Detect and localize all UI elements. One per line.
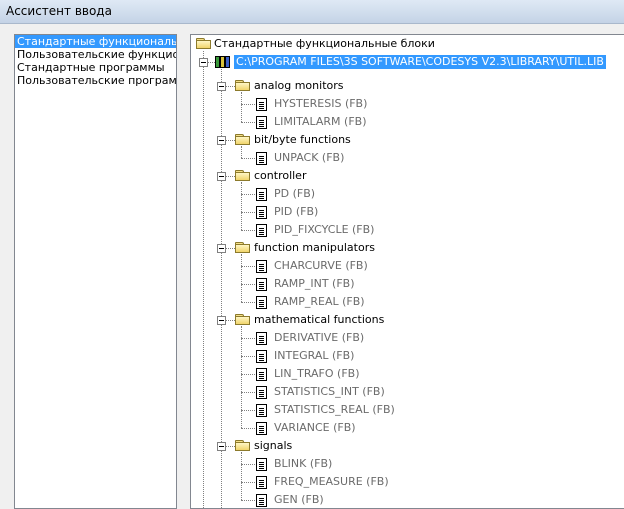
document-icon — [256, 458, 267, 471]
tree-item[interactable]: PID (FB) — [274, 205, 318, 219]
title-bar: Ассистент ввода — [0, 0, 624, 24]
tree-item[interactable]: DERIVATIVE (FB) — [274, 331, 364, 345]
document-icon — [256, 98, 267, 111]
tree-group-label[interactable]: bit/byte functions — [254, 133, 351, 147]
tree-item[interactable]: HYSTERESIS (FB) — [274, 97, 367, 111]
document-icon — [256, 422, 267, 435]
group-expander-icon[interactable] — [217, 82, 226, 91]
tree-group-label[interactable]: controller — [254, 169, 306, 183]
document-icon — [256, 224, 267, 237]
tree-group-label[interactable]: analog monitors — [254, 79, 344, 93]
document-icon — [256, 332, 267, 345]
tree-group-label[interactable]: signals — [254, 439, 292, 453]
tree-item[interactable]: CHARCURVE (FB) — [274, 259, 368, 273]
document-icon — [256, 152, 267, 165]
tree-root-label[interactable]: Стандартные функциональные блоки — [214, 37, 435, 51]
folder-icon — [235, 440, 251, 452]
tree-library-node[interactable]: C:\PROGRAM FILES\3S SOFTWARE\CODESYS V2.… — [234, 55, 606, 69]
tree-item[interactable]: UNPACK (FB) — [274, 151, 344, 165]
library-expander-icon[interactable] — [199, 58, 208, 67]
document-icon — [256, 278, 267, 291]
folder-icon — [235, 170, 251, 182]
folder-icon — [235, 134, 251, 146]
document-icon — [256, 116, 267, 129]
document-icon — [256, 368, 267, 381]
tree-item[interactable]: RAMP_INT (FB) — [274, 277, 355, 291]
group-expander-icon[interactable] — [217, 136, 226, 145]
document-icon — [256, 260, 267, 273]
group-expander-icon[interactable] — [217, 244, 226, 253]
category-list-item[interactable]: Пользовательские функциональные блоки — [15, 48, 176, 61]
tree-item[interactable]: PID_FIXCYCLE (FB) — [274, 223, 374, 237]
document-icon — [256, 386, 267, 399]
tree-item[interactable]: PD (FB) — [274, 187, 315, 201]
category-list-item[interactable]: Пользовательские программы — [15, 74, 176, 87]
group-expander-icon[interactable] — [217, 316, 226, 325]
document-icon — [256, 494, 267, 507]
document-icon — [256, 350, 267, 363]
category-list[interactable]: Стандартные функциональные блокиПользова… — [14, 34, 177, 509]
tree-item[interactable]: LIN_TRAFO (FB) — [274, 367, 359, 381]
tree-item[interactable]: LIMITALARM (FB) — [274, 115, 367, 129]
tree-item[interactable]: BLINK (FB) — [274, 457, 332, 471]
category-list-item[interactable]: Стандартные функциональные блоки — [15, 35, 176, 48]
library-tree[interactable]: Стандартные функциональные блоки C:\PROG… — [190, 34, 624, 509]
group-expander-icon[interactable] — [217, 172, 226, 181]
document-icon — [256, 476, 267, 489]
group-expander-icon[interactable] — [217, 442, 226, 451]
category-list-item[interactable]: Стандартные программы — [15, 61, 176, 74]
tree-item[interactable]: GEN (FB) — [274, 493, 324, 507]
document-icon — [256, 404, 267, 417]
window-title: Ассистент ввода — [6, 4, 112, 18]
library-books-icon — [215, 55, 233, 69]
tree-item[interactable]: STATISTICS_INT (FB) — [274, 385, 385, 399]
tree-group-label[interactable]: function manipulators — [254, 241, 375, 255]
tree-item[interactable]: VARIANCE (FB) — [274, 421, 356, 435]
tree-item[interactable]: STATISTICS_REAL (FB) — [274, 403, 395, 417]
folder-icon — [235, 314, 251, 326]
open-folder-icon — [196, 38, 212, 50]
tree-item[interactable]: RAMP_REAL (FB) — [274, 295, 365, 309]
tree-item[interactable]: INTEGRAL (FB) — [274, 349, 354, 363]
document-icon — [256, 296, 267, 309]
folder-icon — [235, 242, 251, 254]
tree-item[interactable]: FREQ_MEASURE (FB) — [274, 475, 389, 489]
folder-icon — [235, 80, 251, 92]
document-icon — [256, 206, 267, 219]
document-icon — [256, 188, 267, 201]
tree-group-label[interactable]: mathematical functions — [254, 313, 384, 327]
